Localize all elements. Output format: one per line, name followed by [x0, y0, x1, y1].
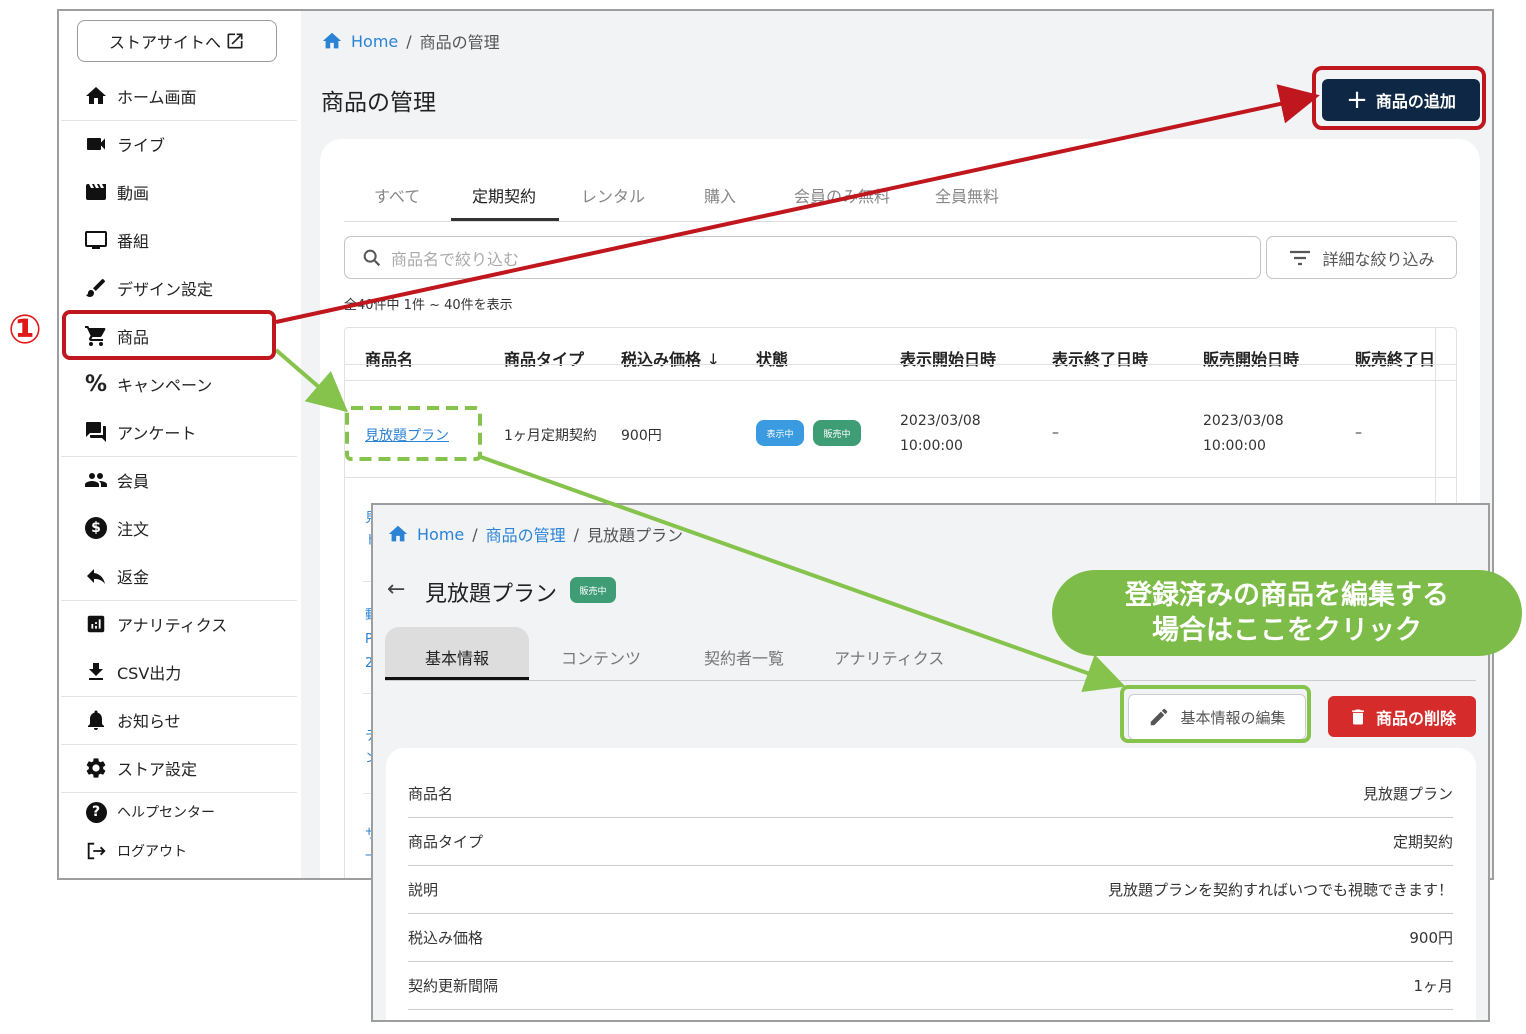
red-arrow [275, 84, 1320, 324]
green-arrow [274, 348, 349, 413]
step-number: ① [8, 307, 42, 353]
callout-line: 登録済みの商品を編集する [1125, 580, 1449, 611]
highlight-add-button [1312, 66, 1486, 130]
callout-bubble: 登録済みの商品を編集する 場合はここをクリック [1052, 570, 1522, 656]
green-arrow [477, 454, 1126, 693]
callout-line: 場合はここをクリック [1152, 615, 1422, 646]
highlight-edit-button [1120, 685, 1311, 743]
highlight-product-link [345, 406, 482, 461]
highlight-products-nav [62, 310, 276, 360]
annotation-arrows [274, 84, 1320, 693]
